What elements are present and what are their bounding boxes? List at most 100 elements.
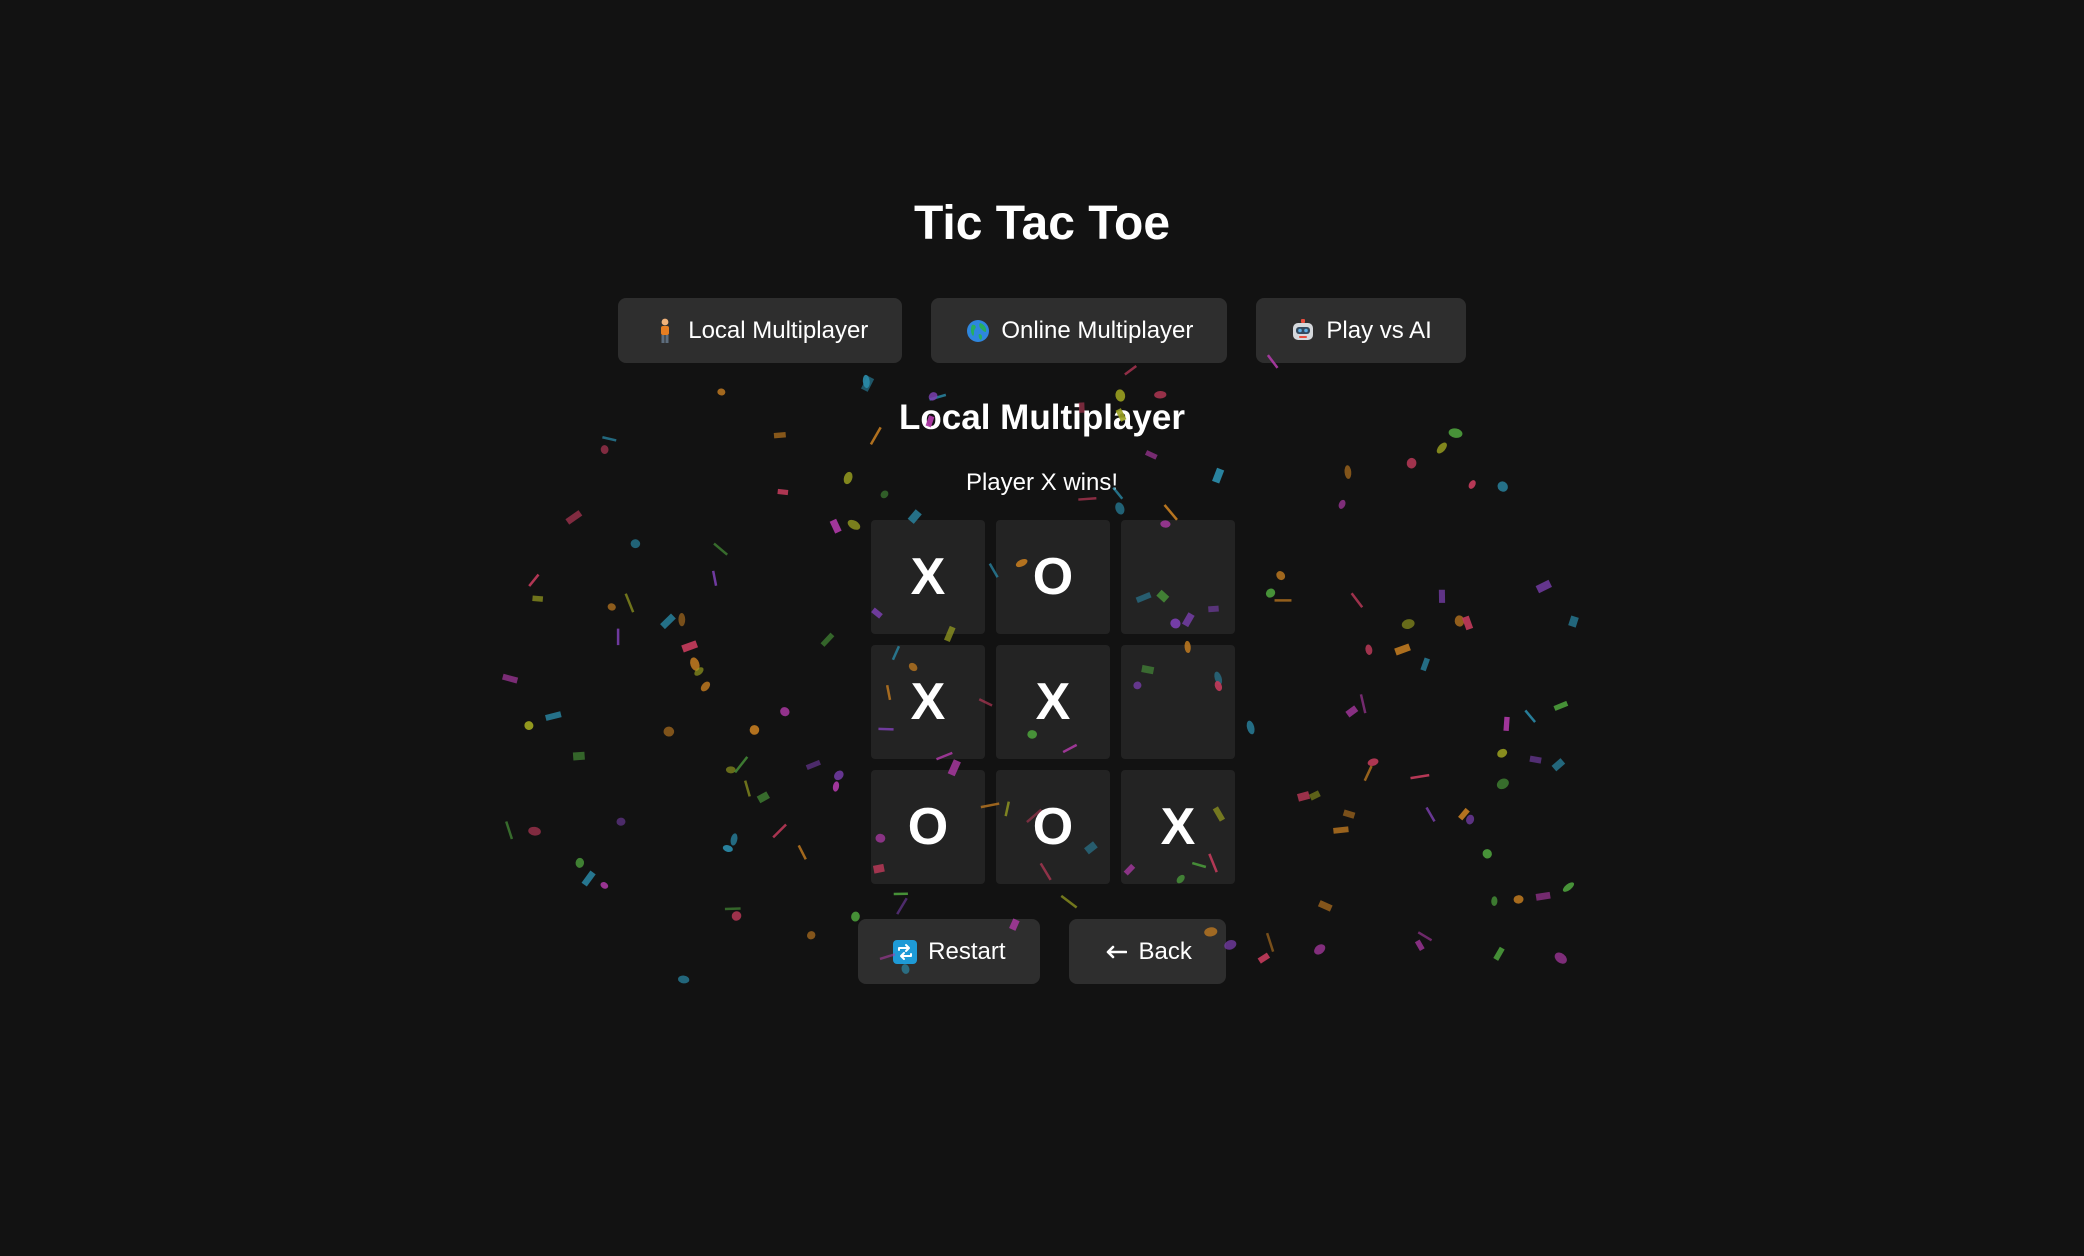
board-cell[interactable]: [1121, 645, 1235, 759]
board-cell[interactable]: O: [996, 520, 1110, 634]
confetti-piece: [607, 603, 616, 611]
confetti-piece: [1410, 773, 1430, 780]
confetti-piece: [756, 791, 770, 804]
confetti-piece: [1276, 571, 1286, 581]
confetti-piece: [505, 821, 514, 840]
online-multiplayer-button[interactable]: Online Multiplayer: [931, 298, 1228, 363]
mode-title: Local Multiplayer: [899, 398, 1185, 437]
confetti-piece: [1338, 499, 1346, 509]
robot-icon: [1290, 318, 1316, 344]
confetti-piece: [528, 573, 540, 587]
confetti-piece: [1367, 758, 1379, 767]
game-status: Player X wins!: [965, 469, 1119, 496]
board-cell[interactable]: [1121, 520, 1235, 634]
confetti-piece: [690, 657, 700, 671]
board-cell[interactable]: X: [996, 645, 1110, 759]
confetti-piece: [711, 570, 718, 587]
confetti-piece: [717, 388, 726, 396]
confetti-piece: [624, 593, 635, 613]
confetti-piece: [1365, 644, 1373, 655]
confetti-piece: [572, 751, 585, 761]
confetti-piece: [575, 857, 585, 868]
left-arrow-icon: [1103, 939, 1129, 965]
mode-selector: Local Multiplayer Online Multiplayer Pla…: [0, 298, 2084, 363]
board-cell[interactable]: X: [871, 520, 985, 634]
confetti-piece: [1496, 778, 1509, 790]
confetti-piece: [1342, 809, 1356, 819]
confetti-piece: [1274, 599, 1292, 602]
confetti-piece: [1163, 504, 1178, 521]
confetti-piece: [725, 766, 736, 774]
confetti-piece: [1524, 709, 1537, 723]
confetti-piece: [1359, 694, 1367, 714]
confetti-piece: [1124, 364, 1138, 376]
board-cell[interactable]: X: [1121, 770, 1235, 884]
confetti-piece: [1461, 615, 1474, 631]
confetti-piece: [1529, 755, 1542, 764]
confetti-piece: [724, 907, 741, 911]
restart-button[interactable]: Restart: [858, 919, 1040, 984]
confetti-piece: [660, 613, 676, 630]
confetti-piece: [1553, 700, 1569, 711]
confetti-piece: [1296, 791, 1311, 802]
confetti-piece: [1144, 450, 1158, 460]
confetti-piece: [1482, 849, 1492, 859]
confetti-piece: [1562, 882, 1575, 892]
confetti-piece: [772, 823, 787, 839]
confetti-piece: [1458, 807, 1470, 821]
confetti-piece: [600, 445, 609, 455]
confetti-piece: [780, 707, 790, 717]
confetti-piece: [1436, 442, 1447, 454]
confetti-piece: [663, 726, 675, 737]
confetti-piece: [681, 640, 699, 653]
confetti-piece: [1535, 579, 1553, 594]
confetti-piece: [1350, 592, 1364, 609]
online-multiplayer-label: Online Multiplayer: [1001, 316, 1194, 344]
person-icon: [652, 318, 678, 344]
confetti-piece: [1060, 894, 1078, 909]
confetti-piece: [565, 510, 583, 525]
back-label: Back: [1138, 937, 1192, 965]
confetti-piece: [1491, 896, 1498, 907]
confetti-piece: [1466, 814, 1475, 825]
confetti-piece: [1394, 643, 1411, 656]
confetti-piece: [502, 673, 519, 684]
confetti-piece: [1513, 895, 1524, 904]
confetti-piece: [1535, 891, 1551, 901]
local-multiplayer-label: Local Multiplayer: [688, 316, 869, 344]
confetti-piece: [1333, 826, 1349, 834]
back-button[interactable]: Back: [1068, 919, 1226, 984]
game-actions: Restart Back: [0, 919, 2084, 984]
board-cell[interactable]: O: [871, 770, 985, 884]
confetti-piece: [630, 539, 641, 549]
confetti-piece: [1078, 497, 1097, 501]
confetti-piece: [1345, 705, 1359, 718]
confetti-piece: [1265, 588, 1276, 598]
confetti-piece: [1454, 615, 1465, 627]
confetti-piece: [1308, 790, 1321, 801]
confetti-piece: [805, 759, 821, 771]
confetti-piece: [700, 681, 711, 692]
confetti-piece: [545, 711, 562, 721]
game-board: X O X X O O X: [871, 520, 1235, 884]
confetti-piece: [713, 542, 729, 556]
confetti-piece: [532, 595, 544, 602]
board-cell[interactable]: O: [996, 770, 1110, 884]
board-cell[interactable]: X: [871, 645, 985, 759]
confetti-piece: [820, 632, 835, 647]
confetti-piece: [1115, 502, 1125, 515]
confetti-piece: [1438, 589, 1446, 603]
local-multiplayer-button[interactable]: Local Multiplayer: [618, 298, 903, 363]
restart-icon: [892, 939, 918, 965]
confetti-piece: [694, 667, 704, 676]
game-screen: Tic Tac Toe Local Multiplayer Online Mul…: [0, 0, 2084, 1256]
confetti-piece: [749, 725, 760, 735]
confetti-piece: [832, 781, 840, 792]
confetti-piece: [616, 628, 620, 646]
play-vs-ai-button[interactable]: Play vs AI: [1256, 298, 1466, 363]
confetti-piece: [1246, 720, 1255, 735]
confetti-piece: [834, 770, 844, 781]
confetti-piece: [1401, 619, 1415, 630]
confetti-piece: [1420, 657, 1430, 672]
confetti-piece: [581, 870, 596, 887]
